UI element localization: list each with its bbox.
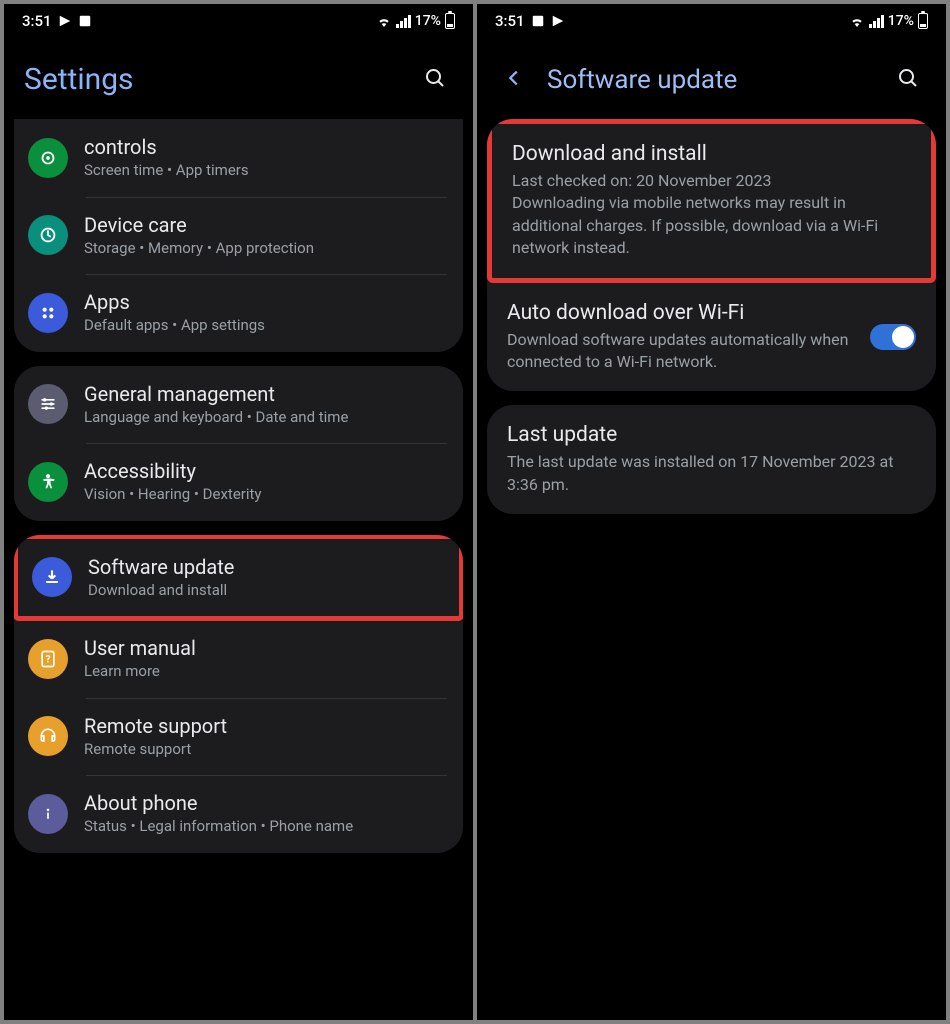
status-time: 3:51 [495, 12, 525, 30]
row-title: Accessibility [84, 459, 449, 483]
play-store-icon [551, 14, 565, 28]
gallery-icon [531, 14, 545, 28]
row-title: Last update [507, 423, 916, 447]
battery-pct: 17% [888, 13, 914, 29]
row-title: Download and install [512, 142, 911, 166]
chevron-left-icon [503, 67, 525, 89]
settings-screen: 3:51 17% Settings controls Screen time •… [4, 4, 473, 1020]
settings-item-apps[interactable]: Apps Default apps • App settings [14, 274, 463, 352]
software-update-header: Software update [477, 36, 946, 119]
user-manual-icon: ? [28, 639, 68, 679]
row-title: About phone [84, 791, 449, 815]
row-sub: Storage • Memory • App protection [84, 239, 449, 259]
row-title: Auto download over Wi-Fi [507, 301, 856, 325]
settings-item-about-phone[interactable]: About phone Status • Legal information •… [14, 775, 463, 853]
battery-icon [918, 13, 928, 29]
settings-group-1: controls Screen time • App timers Device… [14, 119, 463, 352]
about-icon [28, 794, 68, 834]
update-group: Download and install Last checked on: 20… [487, 119, 936, 391]
row-sub: Download software updates automatically … [507, 329, 856, 374]
row-sub: Default apps • App settings [84, 316, 449, 336]
row-sub-line2: Downloading via mobile networks may resu… [512, 192, 911, 259]
row-sub: Status • Legal information • Phone name [84, 817, 449, 837]
device-care-icon [28, 215, 68, 255]
status-bar: 3:51 17% [477, 4, 946, 36]
apps-icon [28, 293, 68, 333]
row-sub: Language and keyboard • Date and time [84, 408, 449, 428]
row-sub: Vision • Hearing • Dexterity [84, 485, 449, 505]
settings-item-software-update[interactable]: Software update Download and install [18, 539, 459, 617]
settings-list[interactable]: controls Screen time • App timers Device… [4, 119, 473, 1020]
row-title: Software update [88, 555, 445, 579]
auto-download-item[interactable]: Auto download over Wi-Fi Download softwa… [487, 283, 936, 392]
back-button[interactable] [497, 61, 531, 98]
battery-icon [445, 13, 455, 29]
controls-icon [28, 138, 68, 178]
row-sub: The last update was installed on 17 Nove… [507, 451, 916, 496]
page-title: Software update [547, 65, 874, 95]
search-button[interactable] [417, 60, 453, 99]
signal-icon [396, 15, 411, 28]
last-update-group: Last update The last update was installe… [487, 405, 936, 514]
search-icon [896, 66, 920, 90]
software-update-content[interactable]: Download and install Last checked on: 20… [477, 119, 946, 1020]
signal-icon [869, 15, 884, 28]
page-title: Settings [24, 62, 401, 97]
settings-item-user-manual[interactable]: ? User manual Learn more [14, 620, 463, 698]
battery-pct: 17% [415, 13, 441, 29]
last-update-item[interactable]: Last update The last update was installe… [487, 405, 936, 514]
play-store-icon [58, 14, 72, 28]
general-icon [28, 384, 68, 424]
highlight-software-update: Software update Download and install [14, 535, 463, 622]
row-sub: Download and install [88, 581, 445, 601]
settings-header: Settings [4, 36, 473, 119]
accessibility-icon [28, 462, 68, 502]
row-title: controls [84, 135, 449, 159]
auto-download-toggle[interactable] [870, 324, 916, 350]
row-sub: Remote support [84, 740, 449, 760]
software-update-screen: 3:51 17% Software update Download and in… [477, 4, 946, 1020]
row-sub: Learn more [84, 662, 449, 682]
wifi-icon [376, 13, 392, 29]
settings-item-general[interactable]: General management Language and keyboard… [14, 366, 463, 444]
row-title: Device care [84, 213, 449, 237]
download-install-item[interactable]: Download and install Last checked on: 20… [492, 124, 931, 278]
status-bar: 3:51 17% [4, 4, 473, 36]
row-title: General management [84, 382, 449, 406]
search-button[interactable] [890, 60, 926, 99]
gallery-icon [78, 14, 92, 28]
software-update-icon [32, 557, 72, 597]
status-time: 3:51 [22, 12, 52, 30]
remote-support-icon [28, 716, 68, 756]
svg-text:?: ? [46, 654, 51, 665]
settings-item-controls[interactable]: controls Screen time • App timers [14, 119, 463, 197]
row-title: User manual [84, 636, 449, 660]
row-title: Apps [84, 290, 449, 314]
settings-item-remote-support[interactable]: Remote support Remote support [14, 698, 463, 776]
row-sub-line1: Last checked on: 20 November 2023 [512, 170, 911, 192]
settings-item-accessibility[interactable]: Accessibility Vision • Hearing • Dexteri… [14, 443, 463, 521]
search-icon [423, 66, 447, 90]
highlight-download-install: Download and install Last checked on: 20… [487, 119, 936, 283]
wifi-icon [849, 13, 865, 29]
row-title: Remote support [84, 714, 449, 738]
settings-group-3: Software update Download and install ? U… [14, 535, 463, 853]
row-sub: Screen time • App timers [84, 161, 449, 181]
settings-item-device-care[interactable]: Device care Storage • Memory • App prote… [14, 197, 463, 275]
settings-group-2: General management Language and keyboard… [14, 366, 463, 521]
